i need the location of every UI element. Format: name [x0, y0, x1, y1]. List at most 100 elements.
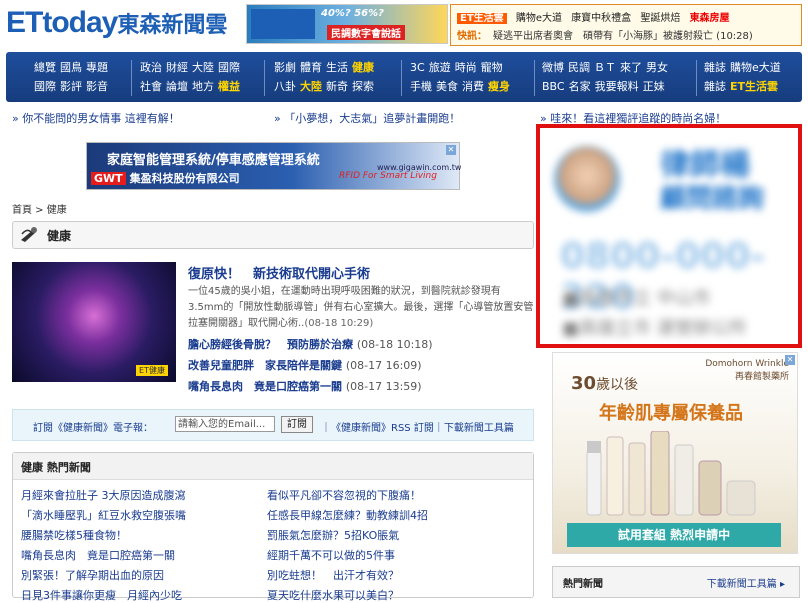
nav-item[interactable]: 政治 — [140, 61, 162, 74]
list-item[interactable]: 「滴水睡壓乳」紅豆水救空腹張嘴 — [21, 507, 186, 523]
nav-item[interactable]: 民調 — [568, 61, 590, 74]
rss-links[interactable]: ｜《健康新聞》RSS 訂閱｜下載新聞工具篇 — [321, 419, 514, 434]
list-item[interactable]: 日見3件事讓你更瘦 月經內少吃 — [21, 587, 182, 603]
featured-link-text[interactable]: 膽心膀經後骨脫？ 預防勝於治療 — [188, 338, 353, 351]
nav-item[interactable]: 國際 — [34, 80, 56, 93]
nav-item[interactable]: 美食 — [436, 80, 458, 93]
health-icon — [21, 227, 37, 242]
mid-banner-ad[interactable]: 家庭智能管理系統/停車感應管理系統 GWT 集盈科技股份有限公司 www.giga… — [86, 142, 461, 190]
promo-link-1[interactable]: » 你不能問的男女情事 這裡有解！ — [12, 110, 180, 126]
featured-image[interactable]: ET健康 — [12, 262, 176, 382]
nav-item[interactable]: 瘦身 — [488, 80, 510, 93]
nav-item[interactable]: 影音 — [86, 80, 108, 93]
featured-link-2[interactable]: 改善兒童肥胖 家長陪伴是關鍵 (08-17 16:09) — [188, 357, 422, 373]
nav-item[interactable]: 體育 — [300, 61, 322, 74]
nav-item[interactable]: 專題 — [86, 61, 108, 74]
nav-item[interactable]: 探索 — [352, 80, 374, 93]
featured-link-text[interactable]: 嘴角長息肉 竟是口腔癌第一關 — [188, 380, 342, 393]
avatar — [554, 146, 620, 212]
nav-item[interactable]: 財經 — [166, 61, 188, 74]
nav-item[interactable]: 地方 — [192, 80, 214, 93]
hot-news-box: 健康 熱門新聞 月經來會拉肚子 3大原因造成腹瀉 「滴水睡壓乳」紅豆水救空腹張嘴… — [12, 452, 534, 602]
promo-link-2[interactable]: » 「小夢想，大志氣」追夢計畫開跑！ — [274, 110, 460, 126]
list-item[interactable]: 看似平凡卻不容忽視的下腹痛！ — [267, 487, 421, 503]
nav-item[interactable]: 3C — [410, 61, 425, 74]
nav-item[interactable]: 男女 — [646, 61, 668, 74]
header-banner-ad[interactable]: 40%? 56%? 民調數字會說話 — [246, 4, 448, 44]
list-item[interactable]: 腰腸禁吃樣5種食物！ — [21, 527, 127, 543]
nav-item[interactable]: 雜誌 — [704, 61, 726, 74]
nav-item[interactable]: 旅遊 — [429, 61, 451, 74]
mid-ad-company: 集盈科技股份有限公司 — [129, 172, 240, 185]
close-icon[interactable]: ✕ — [446, 145, 456, 155]
list-item[interactable]: 別吃蛀想！ 出汗才有效？ — [267, 567, 399, 583]
close-icon[interactable]: ✕ — [785, 355, 795, 365]
site-logo[interactable]: ETtoday東森新聞雲 — [6, 6, 246, 40]
nav-item[interactable]: 影評 — [60, 80, 82, 93]
breaking-label: 快訊： — [457, 31, 487, 42]
mid-ad-company-line: GWT 集盈科技股份有限公司 — [91, 170, 240, 186]
hot-news-header: 健康 熱門新聞 — [13, 453, 533, 480]
nav-item[interactable]: 雜誌 — [704, 80, 726, 93]
nav-item[interactable]: 名家 — [569, 80, 591, 93]
nav-item[interactable]: 生活 — [326, 61, 348, 74]
logo-cn: 東森新聞雲 — [117, 13, 228, 38]
top-link-baking[interactable]: 聖誕烘焙 — [640, 13, 680, 24]
top-link-shopping[interactable]: 購物e大道 — [516, 13, 562, 24]
nav-item[interactable]: 總覽 — [34, 61, 56, 74]
nav-item[interactable]: 影劇 — [274, 61, 296, 74]
list-item[interactable]: 別緊張！了解孕期出血的原因 — [21, 567, 164, 583]
nav-item[interactable]: 論壇 — [166, 80, 188, 93]
banner-ad-subtext: 民調數字會說話 — [327, 25, 405, 40]
list-item[interactable]: 任感長甲線怎麼練？動教練訓4招 — [267, 507, 428, 523]
nav-item[interactable]: 正妹 — [643, 80, 665, 93]
nav-divider — [534, 60, 535, 96]
main-nav: 總覽 國鳥 專題 國際 影評 影音 政治 財經 大陸 國際 社會 論壇 地方 權益 影劇 體育 生活 健康… — [6, 52, 802, 102]
featured-link-text[interactable]: 改善兒童肥胖 家長陪伴是關鍵 — [188, 359, 342, 372]
download-tool-link[interactable]: 下載新聞工具篇 ▸ — [707, 575, 785, 590]
top-link-realestate[interactable]: 東森房屋 — [690, 13, 730, 24]
nav-item[interactable]: 社會 — [140, 80, 162, 93]
featured-title[interactable]: 復原快！ 新技術取代開心手術 — [188, 263, 370, 282]
blurred-sidebar-ad[interactable]: 律師楊 顧問諮詢 0800-000-320 ■高雄市立 中山市 ■高雄立市 運營… — [536, 124, 802, 348]
trial-apply-button[interactable]: 試用套組 熱烈申請中 — [567, 523, 781, 547]
nav-item[interactable]: 國鳥 — [60, 61, 82, 74]
ad-line-1: ■高雄市立 中山市 — [562, 288, 711, 309]
nav-item[interactable]: 八卦 — [274, 80, 296, 93]
breadcrumb[interactable]: 首頁 > 健康 — [12, 201, 67, 216]
nav-item[interactable]: 新奇 — [326, 80, 348, 93]
nav-item[interactable]: 健康 — [352, 61, 374, 74]
nav-item[interactable]: 大陸 — [300, 80, 322, 93]
cosmetic-ad[interactable]: Domohorn Wrinkle 再春館製藥所 30歲以後 年齡肌專屬保養品 試用… — [552, 352, 798, 554]
nav-item[interactable]: BBC — [542, 80, 565, 93]
nav-item[interactable]: ＢＴ — [594, 61, 616, 74]
nav-item[interactable]: 我要報料 — [595, 80, 639, 93]
nav-item[interactable]: 手機 — [410, 80, 432, 93]
nav-item[interactable]: 消費 — [462, 80, 484, 93]
featured-link-1[interactable]: 膽心膀經後骨脫？ 預防勝於治療 (08-18 10:18) — [188, 336, 433, 352]
featured-description: 一位45歲的吳小姐，在運動時出現呼吸困難的狀況，到醫院就診發現有3.5mm的「開… — [188, 284, 534, 332]
breaking-news-link[interactable]: 疑逃平出席者奧會 碩帶有「小海豚」被護射殺亡 (10:28) — [493, 31, 753, 42]
list-item[interactable]: 嘴角長息肉 竟是口腔癌第一關 — [21, 547, 175, 563]
nav-item[interactable]: 微博 — [542, 61, 564, 74]
cosmetic-age: 30歲以後 — [571, 373, 638, 394]
featured-link-3[interactable]: 嘴角長息肉 竟是口腔癌第一關 (08-17 13:59) — [188, 378, 422, 394]
list-item[interactable]: 月經來會拉肚子 3大原因造成腹瀉 — [21, 487, 186, 503]
list-item[interactable]: 罰脹氣怎麼辦？5招KO脹氣 — [267, 527, 399, 543]
section-header: 健康 — [12, 221, 534, 249]
list-item[interactable]: 經期千萬不可以做的5件事 — [267, 547, 395, 563]
list-item[interactable]: 夏天吃什麼水果可以美白？ — [267, 587, 399, 603]
nav-item[interactable]: 權益 — [218, 80, 240, 93]
nav-item[interactable]: 寵物 — [481, 61, 503, 74]
nav-item[interactable]: 時尚 — [455, 61, 477, 74]
nav-item[interactable]: 購物e大道 — [730, 61, 781, 74]
top-link-mooncake[interactable]: 康寶中秋禮盒 — [571, 13, 631, 24]
nav-item[interactable]: 來了 — [620, 61, 642, 74]
cosmetic-brand: Domohorn Wrinkle 再春館製藥所 — [705, 359, 789, 382]
subscribe-button[interactable]: 訂閱 — [281, 416, 313, 433]
nav-item[interactable]: 大陸 — [192, 61, 214, 74]
nav-item[interactable]: 國際 — [218, 61, 240, 74]
top-link-life[interactable]: ET生活雲 — [457, 13, 507, 24]
email-field[interactable]: 請輸入您的Email... — [175, 416, 275, 432]
nav-item[interactable]: ET生活雲 — [730, 80, 778, 93]
